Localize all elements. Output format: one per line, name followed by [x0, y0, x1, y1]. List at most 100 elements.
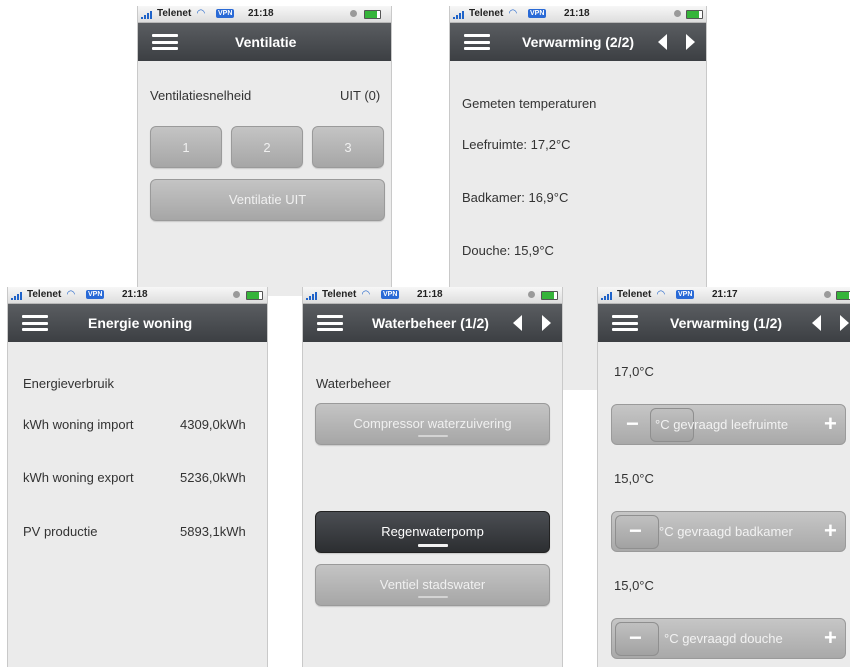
section-heading: Energieverbruik: [23, 376, 115, 391]
next-page-arrow-icon[interactable]: [686, 34, 695, 50]
menu-icon[interactable]: [612, 315, 638, 331]
speed-value: UIT (0): [340, 88, 381, 103]
setpoint-leefruimte-label: °C gevraagd leefruimte: [655, 417, 789, 432]
section-heading: Gemeten temperaturen: [462, 96, 597, 111]
setpoint-douche-value: 15,0°C: [614, 578, 654, 593]
ventiel-stadswater-indicator: [417, 596, 448, 598]
speed-3-button[interactable]: 3: [312, 126, 384, 168]
next-page-arrow-icon[interactable]: [840, 315, 849, 331]
export-value: 5236,0kWh: [180, 470, 246, 485]
increase-icon[interactable]: +: [824, 512, 837, 550]
carrier-label: Telenet: [322, 289, 357, 300]
import-value: 4309,0kWh: [180, 417, 246, 432]
navbar: Ventilatie: [138, 23, 391, 61]
compressor-button[interactable]: Compressor waterzuivering: [315, 403, 550, 445]
menu-icon[interactable]: [152, 34, 178, 50]
orientation-lock-icon: [233, 291, 240, 298]
compressor-label: Compressor waterzuivering: [353, 416, 512, 431]
status-bar: Telenet ◠ VPN 21:18: [303, 287, 562, 304]
previous-page-arrow-icon[interactable]: [513, 315, 522, 331]
speed-1-button[interactable]: 1: [150, 126, 222, 168]
section-heading: Waterbeheer: [316, 376, 391, 391]
navbar: Verwarming (2/2): [450, 23, 706, 61]
signal-icon: [306, 292, 320, 300]
signal-icon: [141, 11, 155, 19]
battery-icon: [686, 10, 703, 19]
regenwaterpomp-label: Regenwaterpomp: [381, 524, 484, 539]
ventilation-off-button[interactable]: Ventilatie UIT: [150, 179, 385, 221]
increase-icon[interactable]: +: [824, 405, 837, 443]
vpn-badge: VPN: [86, 290, 105, 299]
setpoint-badkamer-value: 15,0°C: [614, 471, 654, 486]
previous-page-arrow-icon[interactable]: [658, 34, 667, 50]
setpoint-leefruimte-stepper[interactable]: − °C gevraagd leefruimte +: [611, 404, 846, 445]
menu-icon[interactable]: [464, 34, 490, 50]
orientation-lock-icon: [528, 291, 535, 298]
decrease-icon[interactable]: −: [626, 405, 639, 443]
setpoint-douche-stepper[interactable]: − °C gevraagd douche +: [611, 618, 846, 659]
vpn-badge: VPN: [676, 290, 695, 299]
carrier-label: Telenet: [469, 8, 504, 19]
status-bar: Telenet ◠ VPN 21:18: [450, 6, 706, 23]
signal-icon: [601, 292, 615, 300]
clock: 21:17: [712, 289, 738, 300]
signal-icon: [453, 11, 467, 19]
decrease-icon[interactable]: −: [629, 512, 642, 550]
pv-label: PV productie: [23, 524, 98, 539]
ventilation-off-label: Ventilatie UIT: [228, 192, 307, 207]
next-page-arrow-icon[interactable]: [542, 315, 551, 331]
speed-3-label: 3: [344, 140, 352, 155]
wifi-icon: ◠: [657, 289, 665, 300]
navbar: Waterbeheer (1/2): [303, 304, 562, 342]
orientation-lock-icon: [674, 10, 681, 17]
regenwaterpomp-indicator: [417, 544, 448, 547]
wifi-icon: ◠: [509, 8, 517, 19]
battery-icon: [541, 291, 558, 300]
page-title: Waterbeheer (1/2): [372, 315, 489, 331]
phone-waterbeheer: Telenet ◠ VPN 21:18 Waterbeheer (1/2) Wa…: [302, 287, 563, 667]
import-label: kWh woning import: [23, 417, 134, 432]
ventiel-stadswater-button[interactable]: Ventiel stadswater: [315, 564, 550, 606]
wifi-icon: ◠: [197, 8, 205, 19]
setpoint-badkamer-stepper[interactable]: − °C gevraagd badkamer +: [611, 511, 846, 552]
page-title: Ventilatie: [235, 34, 297, 50]
wifi-icon: ◠: [362, 289, 370, 300]
vpn-badge: VPN: [381, 290, 400, 299]
clock: 21:18: [564, 8, 590, 19]
temp-douche: Douche: 15,9°C: [462, 243, 554, 258]
ventiel-stadswater-label: Ventiel stadswater: [379, 577, 486, 592]
temp-badkamer: Badkamer: 16,9°C: [462, 190, 569, 205]
clock: 21:18: [417, 289, 443, 300]
speed-label: Ventilatiesnelheid: [150, 88, 252, 103]
carrier-label: Telenet: [617, 289, 652, 300]
page-title: Verwarming (2/2): [522, 34, 635, 50]
setpoint-douche-label: °C gevraagd douche: [664, 631, 783, 646]
pv-value: 5893,1kWh: [180, 524, 246, 539]
page-title: Verwarming (1/2): [670, 315, 783, 331]
menu-icon[interactable]: [317, 315, 343, 331]
vpn-badge: VPN: [216, 9, 235, 18]
wifi-icon: ◠: [67, 289, 75, 300]
phone-energie: Telenet ◠ VPN 21:18 Energie woning Energ…: [7, 287, 268, 667]
regenwaterpomp-button[interactable]: Regenwaterpomp: [315, 511, 550, 553]
battery-icon: [364, 10, 381, 19]
speed-2-label: 2: [263, 140, 271, 155]
page-title: Energie woning: [88, 315, 193, 331]
compressor-indicator: [417, 435, 448, 437]
navbar: Energie woning: [8, 304, 267, 342]
increase-icon[interactable]: +: [824, 619, 837, 657]
signal-icon: [11, 292, 25, 300]
export-label: kWh woning export: [23, 470, 134, 485]
navbar: Verwarming (1/2): [598, 304, 850, 342]
orientation-lock-icon: [824, 291, 831, 298]
previous-page-arrow-icon[interactable]: [812, 315, 821, 331]
decrease-icon[interactable]: −: [629, 619, 642, 657]
vpn-badge: VPN: [528, 9, 547, 18]
status-bar: Telenet ◠ VPN 21:18: [8, 287, 267, 304]
setpoint-leefruimte-value: 17,0°C: [614, 364, 654, 379]
clock: 21:18: [248, 8, 274, 19]
carrier-label: Telenet: [27, 289, 62, 300]
menu-icon[interactable]: [22, 315, 48, 331]
speed-2-button[interactable]: 2: [231, 126, 303, 168]
temp-leefruimte: Leefruimte: 17,2°C: [462, 137, 571, 152]
